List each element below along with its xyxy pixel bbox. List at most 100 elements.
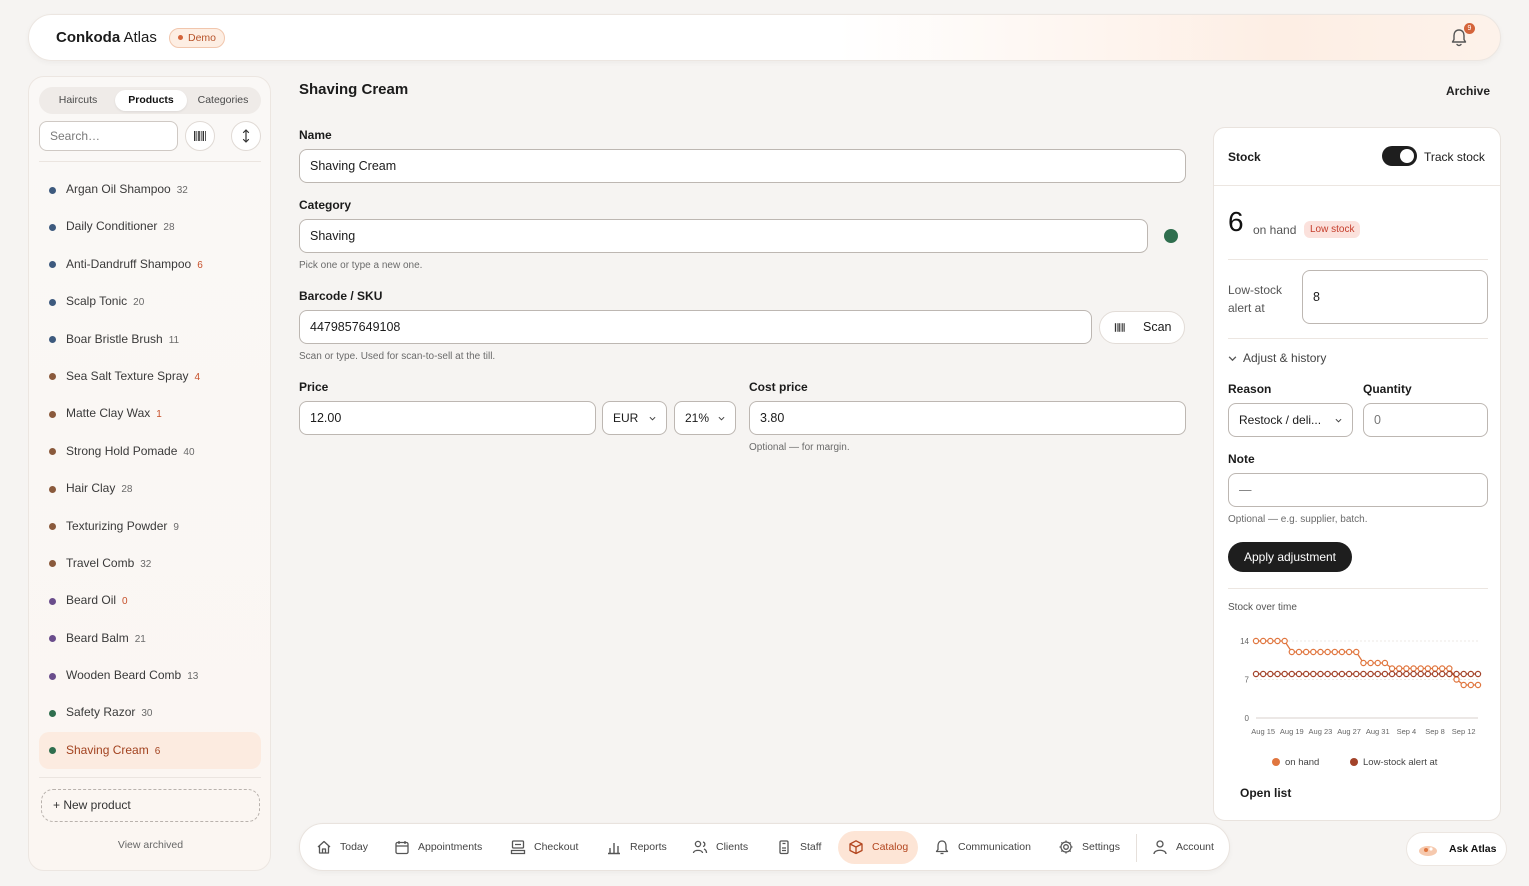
chevron-down-icon xyxy=(718,416,725,421)
nav-item-communication[interactable]: Communication xyxy=(924,831,1036,864)
data-point xyxy=(1360,659,1367,667)
home-icon xyxy=(317,840,331,854)
currency-value: EUR xyxy=(613,411,639,425)
nav-item-label: Checkout xyxy=(534,841,579,853)
nav-item-label: Communication xyxy=(958,841,1031,853)
alert-threshold-input[interactable]: 8 xyxy=(1302,270,1488,324)
nav-item-checkout[interactable]: Checkout xyxy=(500,831,588,864)
data-point xyxy=(1446,665,1453,672)
nav-item-settings[interactable]: Settings xyxy=(1048,831,1126,864)
product-list-item[interactable]: Hair Clay 28 xyxy=(39,470,261,507)
data-point xyxy=(1417,665,1424,672)
product-list-item[interactable]: Texturizing Powder 9 xyxy=(39,508,261,545)
category-input[interactable]: Shaving xyxy=(299,219,1148,253)
nav-item-clients[interactable]: Clients xyxy=(682,831,754,864)
tab-haircuts[interactable]: Haircuts xyxy=(43,90,113,111)
data-point xyxy=(1252,637,1260,645)
product-list-item[interactable]: Safety Razor 30 xyxy=(39,694,261,731)
search-input[interactable]: Search… xyxy=(39,121,178,151)
stock-count: 20 xyxy=(133,297,145,309)
barcode-input[interactable]: 4479857649108 xyxy=(299,310,1092,344)
product-list-item[interactable]: Beard Balm 21 xyxy=(39,620,261,657)
track-stock-toggle[interactable] xyxy=(1382,146,1417,166)
product-list-item[interactable]: Argan Oil Shampoo 32 xyxy=(39,171,261,208)
product-list-item[interactable]: Matte Clay Wax 1 xyxy=(39,395,261,432)
on-hand-label: on hand xyxy=(1253,223,1297,237)
category-color-dot xyxy=(49,560,56,568)
quantity-input[interactable]: 0 xyxy=(1363,403,1488,437)
open-list-link[interactable]: Open list xyxy=(1240,786,1291,800)
new-product-button[interactable]: + New product xyxy=(41,789,260,822)
product-list-item[interactable]: Boar Bristle Brush 11 xyxy=(39,321,261,358)
product-list-item[interactable]: Sea Salt Texture Spray 4 xyxy=(39,358,261,395)
reason-label: Reason xyxy=(1228,382,1272,396)
category-color-swatch[interactable] xyxy=(1164,229,1178,243)
scan-button[interactable]: Scan xyxy=(1099,311,1185,344)
legend-label: on hand xyxy=(1285,757,1319,768)
view-archived-link[interactable]: View archived xyxy=(29,839,272,851)
dock-divider xyxy=(1136,834,1137,862)
category-color-dot xyxy=(49,261,56,269)
legend-swatch xyxy=(1272,758,1280,766)
product-list-item[interactable]: Wooden Beard Comb 13 xyxy=(39,657,261,694)
data-point xyxy=(1424,665,1432,672)
category-color-dot xyxy=(49,709,56,717)
stock-count: 21 xyxy=(134,633,146,645)
data-point xyxy=(1446,670,1453,678)
product-name: Travel Comb xyxy=(66,555,135,570)
currency-select[interactable]: EUR xyxy=(602,401,667,435)
product-name: Argan Oil Shampoo xyxy=(66,182,171,196)
scan-label: Scan xyxy=(1143,320,1172,334)
note-input[interactable]: — xyxy=(1228,473,1488,507)
data-point xyxy=(1288,648,1296,656)
nav-item-reports[interactable]: Reports xyxy=(596,831,672,864)
divider xyxy=(39,777,261,778)
y-tick-label: 7 xyxy=(1245,676,1250,685)
sort-icon xyxy=(242,129,250,143)
nav-item-account[interactable]: Account xyxy=(1142,831,1222,864)
tab-products[interactable]: Products xyxy=(115,90,187,111)
price-input[interactable]: 12.00 xyxy=(299,401,596,435)
product-name: Shaving Cream xyxy=(66,742,149,757)
product-list-item[interactable]: Daily Conditioner 28 xyxy=(39,208,261,245)
nav-item-today[interactable]: Today xyxy=(306,831,378,864)
data-point xyxy=(1410,670,1417,678)
data-point xyxy=(1396,665,1403,672)
stock-count: 0 xyxy=(122,596,128,608)
cost-price-input[interactable]: 3.80 xyxy=(749,401,1186,435)
data-point xyxy=(1460,681,1467,689)
product-list-item[interactable]: Anti-Dandruff Shampoo 6 xyxy=(39,246,261,283)
data-point xyxy=(1388,670,1396,678)
tab-categories[interactable]: Categories xyxy=(189,90,257,111)
nav-item-staff[interactable]: Staff xyxy=(766,831,826,864)
barcode-hint: Scan or type. Used for scan-to-sell at t… xyxy=(299,351,496,362)
data-point xyxy=(1374,659,1381,667)
stock-count: 32 xyxy=(140,558,152,570)
product-list-item[interactable]: Beard Oil 0 xyxy=(39,582,261,619)
chart-title: Stock over time xyxy=(1228,602,1297,613)
archive-button[interactable]: Archive xyxy=(1446,84,1490,98)
brand-logo[interactable]: Conkoda Atlas xyxy=(56,29,157,46)
adjust-history-toggle[interactable]: Adjust & history xyxy=(1228,351,1326,365)
name-input[interactable]: Shaving Cream xyxy=(299,149,1186,183)
product-list-item[interactable]: Strong Hold Pomade 40 xyxy=(39,433,261,470)
vat-select[interactable]: 21% xyxy=(674,401,736,435)
apply-adjustment-button[interactable]: Apply adjustment xyxy=(1228,542,1352,572)
chevron-down-icon xyxy=(1228,356,1237,362)
data-point xyxy=(1453,676,1460,683)
product-list-item[interactable]: Shaving Cream 6 xyxy=(39,731,261,770)
sort-button[interactable] xyxy=(231,121,261,151)
barcode-scan-button[interactable] xyxy=(185,121,215,151)
product-list-item[interactable]: Travel Comb 32 xyxy=(39,545,261,582)
stock-count: 30 xyxy=(141,708,153,720)
x-tick-label: Sep 4 xyxy=(1397,727,1417,736)
data-point xyxy=(1353,648,1360,656)
stock-count: 9 xyxy=(173,521,179,533)
nav-item-appointments[interactable]: Appointments xyxy=(384,831,490,864)
reason-select[interactable]: Restock / deli... xyxy=(1228,403,1353,437)
nav-item-catalog[interactable]: Catalog xyxy=(838,831,918,864)
product-list-item[interactable]: Scalp Tonic 20 xyxy=(39,283,261,320)
ask-atlas-button[interactable]: Ask Atlas xyxy=(1406,832,1507,866)
data-point xyxy=(1453,670,1460,678)
data-point xyxy=(1317,670,1324,678)
